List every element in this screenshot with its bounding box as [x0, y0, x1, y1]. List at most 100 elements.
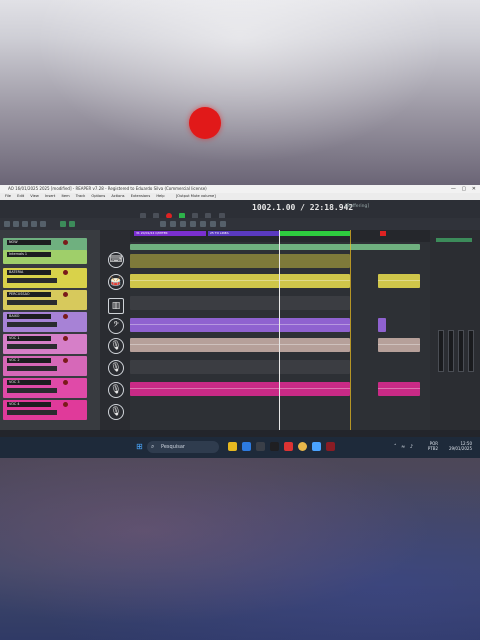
- windows-start-icon[interactable]: ⊞: [136, 443, 144, 451]
- track-header[interactable]: PERCUSSAO: [3, 290, 87, 310]
- file-explorer-icon[interactable]: [228, 442, 237, 451]
- menu-insert[interactable]: Insert: [45, 194, 55, 198]
- media-item[interactable]: [130, 382, 350, 396]
- chrome-icon[interactable]: [298, 442, 307, 451]
- marker-flag[interactable]: [380, 231, 386, 236]
- tool-button[interactable]: [180, 221, 186, 227]
- tool-button[interactable]: [190, 221, 196, 227]
- record-arm-button[interactable]: [63, 314, 68, 319]
- track-controls[interactable]: [7, 300, 57, 305]
- tray-clock[interactable]: 12:50 29/01/2025: [449, 441, 472, 451]
- track-header[interactable]: BAIXO: [3, 312, 87, 332]
- marker-region[interactable]: 31 20/01/24 C/MITER: [134, 231, 206, 236]
- minimize-button[interactable]: —: [451, 186, 456, 192]
- track-controls[interactable]: [7, 388, 57, 393]
- wifi-icon[interactable]: ≈: [401, 444, 405, 450]
- track-header[interactable]: BATERIA: [3, 268, 87, 288]
- chevron-up-icon[interactable]: ˄: [394, 444, 397, 450]
- speaker-icon[interactable]: ♪: [410, 444, 413, 450]
- track-header[interactable]: VOC 1: [3, 334, 87, 354]
- media-item[interactable]: [130, 244, 420, 250]
- media-item[interactable]: [378, 338, 420, 352]
- media-item[interactable]: [130, 338, 350, 352]
- app-icon[interactable]: [256, 442, 265, 451]
- menu-view[interactable]: View: [30, 194, 39, 198]
- record-arm-button[interactable]: [63, 270, 68, 275]
- tool-button[interactable]: [170, 221, 176, 227]
- track-name[interactable]: VOC 2: [7, 358, 51, 363]
- arrange-view[interactable]: 31 20/01/24 C/MITER 25 TO LINEA: [130, 230, 430, 430]
- maximize-button[interactable]: ▢: [461, 186, 466, 192]
- tool-button[interactable]: [31, 221, 37, 227]
- tool-button[interactable]: [60, 221, 66, 227]
- track-controls[interactable]: [7, 278, 57, 283]
- menu-item[interactable]: Item: [61, 194, 69, 198]
- media-item[interactable]: [130, 360, 350, 374]
- tray-icons[interactable]: ˄ ≈ ♪: [394, 444, 413, 450]
- media-item[interactable]: [130, 274, 350, 288]
- track-controls[interactable]: [7, 344, 57, 349]
- playhead-cursor[interactable]: [279, 230, 280, 430]
- tool-button[interactable]: [40, 221, 46, 227]
- track-controls[interactable]: [7, 322, 57, 327]
- media-item[interactable]: [130, 254, 350, 268]
- tool-button[interactable]: [69, 221, 75, 227]
- loop-region[interactable]: [280, 231, 350, 236]
- media-item[interactable]: [378, 382, 420, 396]
- menu-track[interactable]: Track: [76, 194, 85, 198]
- reaper-icon[interactable]: [326, 442, 335, 451]
- media-item[interactable]: [378, 274, 420, 288]
- menu-file[interactable]: File: [5, 194, 11, 198]
- media-item[interactable]: [130, 296, 350, 310]
- taskbar-search[interactable]: ⌕ Pesquisar: [147, 441, 219, 453]
- tool-button[interactable]: [210, 221, 216, 227]
- tool-button[interactable]: [160, 221, 166, 227]
- menu-extensions[interactable]: Extensions: [131, 194, 151, 198]
- track-header[interactable]: VOC 2: [3, 356, 87, 376]
- track-name[interactable]: BAIXO: [7, 314, 51, 319]
- track-controls[interactable]: [7, 410, 57, 415]
- menu-edit[interactable]: Edit: [17, 194, 24, 198]
- app-icon[interactable]: [312, 442, 321, 451]
- volume-fader[interactable]: [448, 330, 454, 372]
- app-icon[interactable]: [284, 442, 293, 451]
- marker-region[interactable]: 25 TO LINEA: [208, 231, 280, 236]
- media-item[interactable]: [378, 318, 386, 332]
- track-name[interactable]: Internals 1: [7, 252, 51, 257]
- tray-language[interactable]: POR PTB2: [428, 441, 438, 451]
- record-arm-button[interactable]: [63, 358, 68, 363]
- menu-help[interactable]: Help: [156, 194, 164, 198]
- track-name[interactable]: BATERIA: [7, 270, 51, 275]
- track-name[interactable]: PERCUSSAO: [7, 292, 51, 297]
- app-icon[interactable]: [270, 442, 279, 451]
- tool-button[interactable]: [4, 221, 10, 227]
- track-name[interactable]: VOC 3: [7, 380, 51, 385]
- menu-options[interactable]: Options: [91, 194, 105, 198]
- track-name[interactable]: VOC 1: [7, 336, 51, 341]
- timeline-ruler[interactable]: 31 20/01/24 C/MITER 25 TO LINEA: [130, 230, 430, 242]
- track-controls[interactable]: [7, 366, 57, 371]
- tool-button[interactable]: [220, 221, 226, 227]
- track-name[interactable]: VOC 4: [7, 402, 51, 407]
- tool-button[interactable]: [200, 221, 206, 227]
- record-arm-button[interactable]: [63, 402, 68, 407]
- track-header[interactable]: Internals 1: [3, 250, 87, 264]
- volume-fader[interactable]: [438, 330, 444, 372]
- edge-icon[interactable]: [242, 442, 251, 451]
- track-header[interactable]: VOC 4: [3, 400, 87, 420]
- piano-icon: ▥: [108, 298, 124, 314]
- record-arm-button[interactable]: [63, 380, 68, 385]
- track-name[interactable]: NOW: [7, 240, 51, 245]
- record-arm-button[interactable]: [63, 292, 68, 297]
- record-arm-button[interactable]: [63, 336, 68, 341]
- record-arm-button[interactable]: [63, 240, 68, 245]
- track-header[interactable]: VOC 3: [3, 378, 87, 398]
- tool-button[interactable]: [13, 221, 19, 227]
- close-button[interactable]: ✕: [472, 186, 476, 192]
- media-item[interactable]: [130, 318, 350, 332]
- menu-actions[interactable]: Actions: [111, 194, 124, 198]
- volume-fader[interactable]: [458, 330, 464, 372]
- tool-button[interactable]: [22, 221, 28, 227]
- drum-kit-icon: 🥁: [108, 274, 124, 290]
- volume-fader[interactable]: [468, 330, 474, 372]
